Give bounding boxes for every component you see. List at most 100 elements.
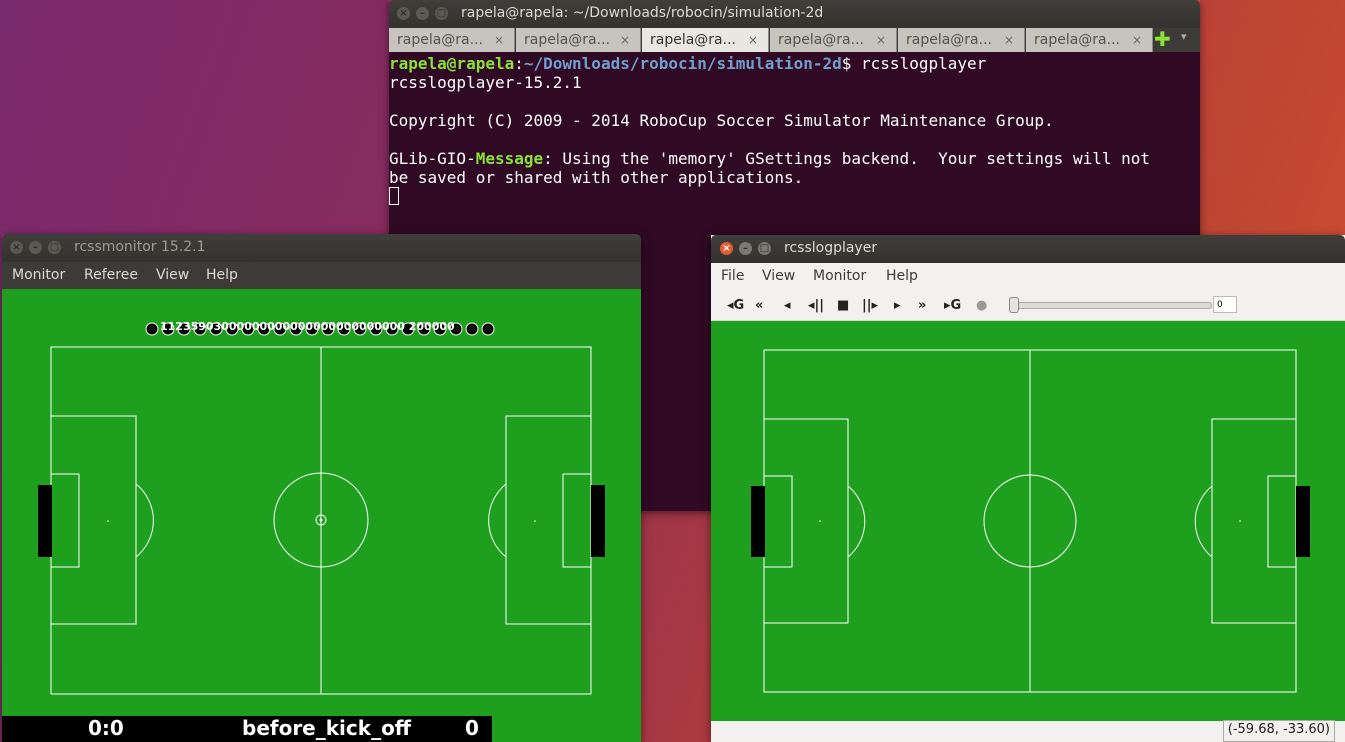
score: 0:0	[88, 716, 124, 740]
tab-label: rapela@ra...	[778, 32, 864, 48]
soccer-field: 11235903000000000000000000000000 200000	[38, 320, 605, 695]
glib-message-word: Message	[475, 149, 544, 168]
output-line: rcsslogplayer-15.2.1	[389, 73, 582, 92]
cycle-slider-track[interactable]	[1014, 302, 1212, 309]
minimize-icon[interactable]: –	[739, 242, 752, 255]
tab-label: rapela@ra...	[906, 32, 992, 48]
output-line: Copyright (C) 2009 - 2014 RoboCup Soccer…	[389, 111, 1054, 130]
tab-3[interactable]: rapela@ra... ×	[642, 28, 769, 52]
goal-area-right	[562, 473, 592, 568]
goal-area-left	[763, 475, 793, 568]
close-icon[interactable]: ×	[1132, 28, 1142, 52]
logplayer-field[interactable]	[711, 321, 1345, 721]
play-mode: before_kick_off	[242, 716, 412, 740]
cycle-spinbox[interactable]: 0	[1213, 296, 1237, 313]
menu-monitor[interactable]: Monitor	[12, 267, 65, 283]
penalty-arc-left	[135, 483, 154, 558]
rewind-icon[interactable]: «	[755, 298, 763, 313]
monitor-status-bar: 0:0 before_kick_off 0	[2, 716, 492, 742]
ball	[319, 518, 323, 522]
menu-help[interactable]: Help	[206, 267, 238, 283]
menu-monitor[interactable]: Monitor	[813, 268, 866, 284]
go-last-icon[interactable]: ▸G	[944, 298, 961, 313]
tab-2[interactable]: rapela@ra... ×	[516, 28, 641, 52]
glib-prefix: GLib-GIO-	[389, 149, 476, 168]
penalty-spot-left	[819, 520, 821, 522]
tab-6[interactable]: rapela@ra... ×	[1026, 28, 1153, 52]
close-icon[interactable]: ×	[620, 28, 630, 52]
maximize-icon[interactable]: □	[435, 7, 448, 20]
goal-left	[38, 485, 52, 557]
window-title: rapela@rapela: ~/Downloads/robocin/simul…	[461, 5, 824, 21]
goal-area-right	[1267, 475, 1297, 568]
penalty-arc-left	[847, 485, 866, 558]
tab-label: rapela@ra...	[524, 32, 610, 48]
play-back-icon[interactable]: ◂||	[808, 298, 824, 313]
penalty-spot-left	[107, 520, 109, 522]
menu-view[interactable]: View	[156, 267, 189, 283]
menu-referee[interactable]: Referee	[84, 267, 138, 283]
penalty-arc-right	[488, 483, 507, 558]
close-icon[interactable]: ×	[1004, 28, 1014, 52]
monitor-field[interactable]: 11235903000000000000000000000000 200000	[2, 289, 641, 719]
penalty-area-left	[50, 415, 137, 625]
tab-4[interactable]: rapela@ra... ×	[770, 28, 897, 52]
step-back-icon[interactable]: ◂	[784, 298, 791, 313]
penalty-area-right	[505, 415, 592, 625]
tab-1[interactable]: rapela@ra... ×	[389, 28, 515, 52]
tab-label: rapela@ra...	[1034, 32, 1120, 48]
player-marker	[145, 322, 159, 336]
cycle-slider-handle[interactable]	[1009, 297, 1019, 313]
goal-area-left	[50, 473, 80, 568]
menu-file[interactable]: File	[721, 268, 744, 284]
close-icon[interactable]: ×	[10, 241, 23, 254]
terminal-tabs: rapela@ra... × rapela@ra... × rapela@ra...…	[389, 28, 1200, 52]
monitor-menubar: Monitor Referee View Help	[2, 262, 641, 289]
coordinate-readout: (-59.68, -33.60)	[1222, 720, 1335, 742]
close-icon[interactable]: ×	[720, 242, 733, 255]
record-icon[interactable]: ●	[976, 298, 987, 313]
close-icon[interactable]: ×	[876, 28, 886, 52]
logplayer-window: × – □ rcsslogplayer File View Monitor He…	[711, 235, 1345, 742]
penalty-arc-right	[1194, 485, 1213, 558]
close-icon[interactable]: ×	[397, 7, 410, 20]
minimize-icon[interactable]: –	[29, 241, 42, 254]
terminal-output: rapela@rapela:~/Downloads/robocin/simula…	[389, 54, 1150, 206]
penalty-spot-right	[1239, 520, 1241, 522]
goal-right	[1296, 486, 1310, 557]
playback-toolbar: ◂G « ◂ ◂|| ■ ||▸ ▸ » ▸G ● 0	[711, 290, 1345, 321]
penalty-spot-right	[534, 520, 536, 522]
window-title: rcsslogplayer	[784, 240, 878, 256]
prompt-path: ~/Downloads/robocin/simulation-2d	[523, 54, 842, 73]
play-forward-icon[interactable]: ||▸	[862, 298, 878, 313]
go-first-icon[interactable]: ◂G	[727, 298, 744, 313]
fast-forward-icon[interactable]: »	[918, 298, 926, 313]
close-icon[interactable]: ×	[748, 28, 758, 52]
status-spacer	[492, 716, 641, 742]
monitor-titlebar[interactable]: × – □ rcssmonitor 15.2.1	[2, 234, 641, 262]
penalty-area-right	[1211, 418, 1297, 624]
player-marker	[481, 322, 495, 336]
prompt-user: rapela@rapela	[389, 54, 515, 73]
prompt-command: $ rcsslogplayer	[841, 54, 987, 73]
penalty-area-left	[763, 418, 849, 624]
goal-right	[591, 485, 605, 557]
maximize-icon[interactable]: □	[48, 241, 61, 254]
menu-help[interactable]: Help	[886, 268, 918, 284]
output-line: be saved or shared with other applicatio…	[389, 168, 804, 187]
close-icon[interactable]: ×	[494, 28, 504, 52]
maximize-icon[interactable]: □	[758, 242, 771, 255]
game-time: 0	[465, 716, 479, 740]
stop-icon[interactable]: ■	[837, 298, 849, 313]
logplayer-titlebar[interactable]: × – □ rcsslogplayer	[711, 235, 1345, 263]
tab-5[interactable]: rapela@ra... ×	[898, 28, 1025, 52]
step-forward-icon[interactable]: ▸	[894, 298, 901, 313]
terminal-titlebar[interactable]: × – □ rapela@rapela: ~/Downloads/robocin…	[389, 0, 1200, 28]
output-line: : Using the 'memory' GSettings backend. …	[543, 149, 1151, 168]
minimize-icon[interactable]: –	[416, 7, 429, 20]
goal-left	[751, 486, 765, 557]
new-tab-icon[interactable]: ✚	[1154, 28, 1171, 50]
menu-view[interactable]: View	[762, 268, 795, 284]
player-marker	[465, 322, 479, 336]
tab-menu-icon[interactable]: ▾	[1181, 30, 1187, 43]
